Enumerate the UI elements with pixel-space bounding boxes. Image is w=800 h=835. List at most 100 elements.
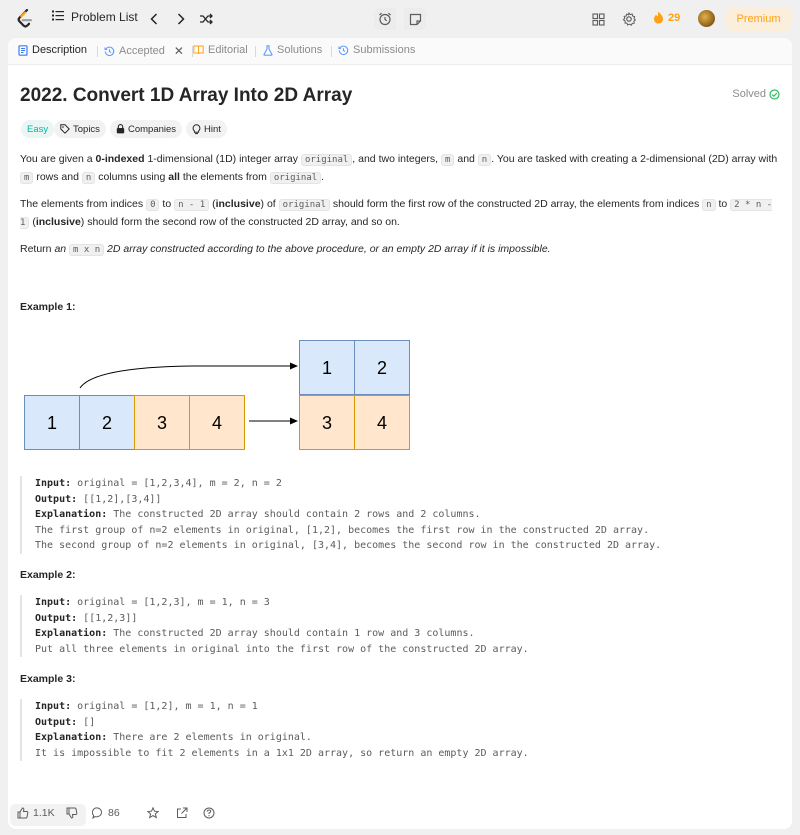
favorite-button[interactable] [147, 807, 159, 819]
array-1d: 1 2 3 4 [24, 395, 245, 450]
streak-counter[interactable]: 29 [653, 11, 680, 24]
tab-description[interactable]: Description [18, 44, 87, 56]
problem-list-label: Problem List [71, 10, 138, 24]
prev-problem-button[interactable] [146, 11, 162, 27]
description-panel: Description Accepted ✕ Editorial Solutio… [8, 38, 792, 829]
tab-accepted-label: Accepted [119, 45, 165, 57]
problem-list-button[interactable]: Problem List [52, 10, 138, 24]
description-paragraph-2: The elements from indices 0 to n - 1 (in… [20, 198, 773, 229]
input-label: Input: [35, 701, 72, 712]
star-icon [147, 807, 159, 819]
tab-divider [255, 46, 256, 57]
hint-label: Hint [204, 123, 221, 135]
tab-accepted[interactable]: Accepted ✕ [104, 44, 184, 58]
input-value: original = [1,2], m = 1, n = 1 [71, 701, 258, 712]
tab-editorial[interactable]: Editorial [193, 44, 248, 56]
share-button[interactable] [176, 807, 188, 819]
tab-submissions[interactable]: Submissions [338, 44, 415, 56]
description-paragraph-1: You are given a 0-indexed 1-dimensional … [20, 153, 778, 184]
grid-cell-value: 1 [322, 358, 332, 378]
output-label: Output: [35, 493, 78, 505]
like-button[interactable]: 1.1K [17, 807, 55, 819]
chevron-left-icon [150, 13, 158, 25]
next-problem-button[interactable] [173, 11, 189, 27]
explanation-text: There are 2 elements in original. [107, 732, 312, 744]
problem-title[interactable]: 2022. Convert 1D Array Into 2D Array [20, 85, 352, 107]
example-2-heading: Example 2: [20, 569, 76, 581]
layout-button[interactable] [587, 8, 609, 30]
explanation-label: Explanation: [35, 732, 108, 744]
settings-button[interactable] [618, 8, 640, 30]
explanation-label: Explanation: [35, 509, 108, 521]
companies-chip[interactable]: Companies [110, 120, 183, 138]
array-cell-value: 4 [212, 413, 222, 433]
top-navbar: Problem List 29 Premium [0, 0, 800, 38]
output-label: Output: [35, 716, 78, 728]
document-icon [18, 44, 28, 56]
difficulty-badge[interactable]: Easy [21, 120, 55, 138]
output-value: [[1,2,3]] [77, 612, 138, 624]
output-value: [] [77, 716, 96, 728]
explanation-text: The constructed 2D array should contain … [107, 509, 481, 521]
example-3-heading: Example 3: [20, 673, 76, 685]
tab-solutions[interactable]: Solutions [263, 44, 322, 56]
tab-submissions-label: Submissions [353, 44, 416, 56]
random-problem-button[interactable] [198, 11, 214, 27]
like-count: 1.1K [33, 807, 55, 819]
input-label: Input: [35, 597, 72, 608]
example-1-block: Input: original = [1,2,3,4], m = 2, n = … [20, 476, 760, 554]
shuffle-icon [200, 13, 213, 25]
leetcode-logo-icon[interactable] [16, 8, 34, 29]
history-icon [104, 46, 115, 56]
tab-description-label: Description [32, 44, 88, 56]
explanation-line: Put all three elements in original into … [35, 643, 529, 655]
example-3-block: Input: original = [1,2], m = 1, n = 1 Out… [20, 699, 760, 762]
premium-button[interactable]: Premium [726, 7, 791, 31]
flask-icon [263, 44, 273, 56]
hint-chip[interactable]: Hint [186, 120, 227, 138]
tab-divider [97, 46, 98, 57]
comment-icon [92, 807, 102, 819]
external-link-icon [177, 807, 188, 818]
description-paragraph-3: Return an m x n 2D array constructed acc… [20, 243, 551, 256]
help-button[interactable] [203, 807, 215, 819]
history-icon [338, 45, 349, 55]
arrowhead [290, 362, 298, 370]
close-tab-icon[interactable]: ✕ [174, 44, 184, 58]
gear-icon [622, 12, 636, 26]
explanation-text: The constructed 2D array should contain … [107, 628, 475, 640]
streak-count: 29 [668, 11, 681, 24]
example-2-block: Input: original = [1,2,3], m = 1, n = 3 O… [20, 595, 760, 658]
topics-chip[interactable]: Topics [54, 120, 106, 138]
alarm-clock-icon [379, 12, 391, 26]
user-avatar[interactable] [698, 10, 715, 27]
chevron-right-icon [177, 13, 185, 25]
tab-editorial-label: Editorial [208, 44, 248, 56]
input-value: original = [1,2,3,4], m = 2, n = 2 [71, 478, 282, 489]
tab-divider [331, 46, 332, 57]
bottom-action-bar: 1.1K 86 [8, 801, 792, 829]
flame-icon [654, 11, 663, 24]
topics-label: Topics [73, 123, 100, 135]
panel-tabs: Description Accepted ✕ Editorial Solutio… [8, 38, 792, 65]
comments-button[interactable]: 86 [92, 807, 120, 819]
check-circle-icon [769, 88, 780, 100]
comment-count: 86 [108, 807, 120, 819]
example-1-heading: Example 1: [20, 301, 76, 313]
list-icon [52, 10, 64, 24]
notes-button[interactable] [404, 8, 426, 30]
output-value: [[1,2],[3,4]] [77, 493, 162, 505]
curved-arrow [79, 365, 290, 389]
dislike-button[interactable] [66, 807, 78, 819]
array-cell-value: 3 [157, 413, 167, 433]
array-cell-value: 2 [102, 413, 112, 433]
solved-status: Solved [732, 88, 780, 100]
array-cell-value: 1 [47, 413, 57, 433]
explanation-line: The first group of n=2 elements in origi… [35, 524, 650, 536]
companies-label: Companies [128, 123, 177, 135]
note-icon [409, 13, 421, 25]
timer-button[interactable] [374, 8, 396, 30]
grid-layout-icon [591, 12, 605, 26]
solved-label: Solved [732, 88, 766, 100]
book-icon [193, 45, 204, 55]
